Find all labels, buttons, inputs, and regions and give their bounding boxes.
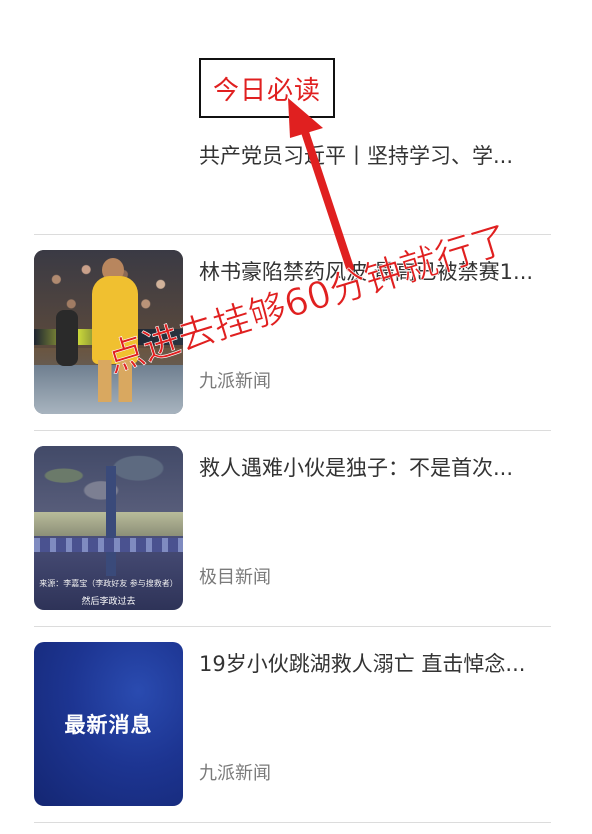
today-must-read-badge[interactable]: 今日必读 [199, 58, 335, 118]
news-item[interactable]: 最新消息 19岁小伙跳湖救人溺亡 直击悼念... 九派新闻 [0, 626, 592, 822]
news-source: 九派新闻 [199, 371, 271, 392]
news-item[interactable]: 林书豪陷禁药风波 最高已被禁赛1... 九派新闻 [0, 234, 592, 430]
badge-label: 今日必读 [212, 75, 321, 106]
divider [34, 822, 551, 823]
night-riverside-video-still: 来源：李嘉宝（李政好友 参与搜救者） 然后李政过去 [34, 446, 183, 610]
news-title[interactable]: 救人遇难小伙是独子：不是首次... [199, 452, 551, 482]
thumb-label: 最新消息 [64, 713, 153, 737]
news-source: 极目新闻 [199, 567, 271, 588]
featured-card[interactable]: 今日必读 共产党员习近平丨坚持学习、学... [0, 0, 592, 234]
thumb-subtitle: 然后李政过去 [81, 597, 136, 607]
news-item[interactable]: 来源：李嘉宝（李政好友 参与搜救者） 然后李政过去 救人遇难小伙是独子：不是首次… [0, 430, 592, 626]
news-title[interactable]: 林书豪陷禁药风波 最高已被禁赛1... [199, 256, 551, 286]
thumb-caption: 来源：李嘉宝（李政好友 参与搜救者） [39, 579, 178, 588]
news-source: 九派新闻 [199, 763, 271, 784]
latest-news-thumbnail: 最新消息 [34, 642, 183, 806]
news-title[interactable]: 19岁小伙跳湖救人溺亡 直击悼念... [199, 648, 551, 678]
featured-title[interactable]: 共产党员习近平丨坚持学习、学... [199, 140, 544, 170]
basketball-player-photo [34, 250, 183, 414]
